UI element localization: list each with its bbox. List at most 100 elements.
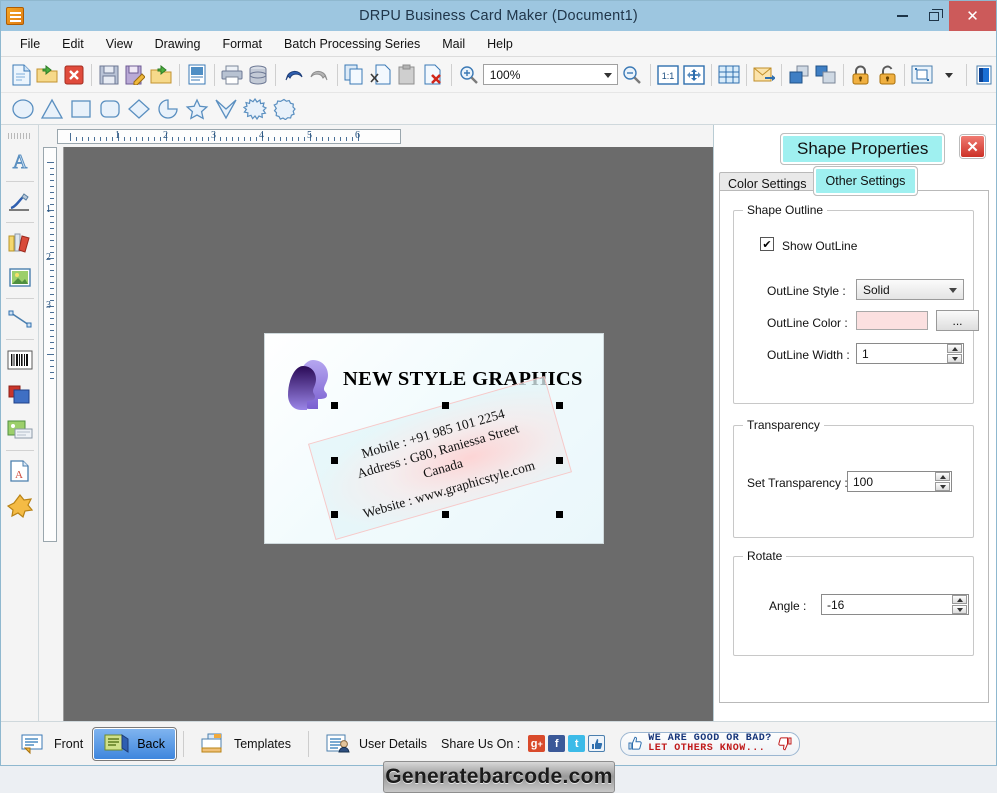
fit-page-icon[interactable] bbox=[682, 61, 706, 88]
rotated-text-shape[interactable]: Mobile : +91 985 101 2254 Address : G80,… bbox=[307, 376, 573, 540]
rounded-rectangle-shape-icon[interactable] bbox=[96, 95, 123, 122]
selection-handle[interactable] bbox=[556, 457, 563, 464]
spinner-down-icon[interactable] bbox=[935, 482, 950, 491]
workspace: A A 1 2 3 4 5 6 1 2 3 NEW STYLE GRAPHICS… bbox=[1, 125, 996, 721]
picture-frame-tool-icon[interactable] bbox=[4, 413, 36, 447]
barcode-batch-tool-icon[interactable] bbox=[4, 226, 36, 260]
database-icon[interactable] bbox=[246, 61, 270, 88]
panel-close-button[interactable]: ✕ bbox=[960, 135, 985, 158]
close-button[interactable]: ✕ bbox=[949, 1, 996, 31]
save-icon[interactable] bbox=[97, 61, 121, 88]
outline-style-select[interactable]: Solid bbox=[856, 279, 964, 300]
menu-view[interactable]: View bbox=[97, 34, 142, 54]
properties-icon[interactable] bbox=[184, 61, 208, 88]
selection-handle[interactable] bbox=[331, 457, 338, 464]
color-palette-icon[interactable] bbox=[972, 61, 996, 88]
outline-color-label: OutLine Color : bbox=[767, 316, 848, 330]
redo-icon[interactable] bbox=[307, 61, 331, 88]
undo-icon[interactable] bbox=[281, 61, 305, 88]
new-document-icon[interactable] bbox=[9, 61, 33, 88]
menu-batch-processing-series[interactable]: Batch Processing Series bbox=[275, 34, 429, 54]
rectangle-shape-icon[interactable] bbox=[67, 95, 94, 122]
import-folder-icon[interactable] bbox=[149, 61, 173, 88]
chevron-down-icon[interactable] bbox=[936, 61, 960, 88]
menu-edit[interactable]: Edit bbox=[53, 34, 93, 54]
cut-icon[interactable] bbox=[369, 61, 393, 88]
annotation-arrow-outline bbox=[64, 147, 364, 297]
selection-handle[interactable] bbox=[442, 511, 449, 518]
tab-other-settings[interactable]: Other Settings bbox=[812, 166, 919, 196]
spinner-down-icon[interactable] bbox=[952, 605, 967, 614]
signature-tool-icon[interactable] bbox=[4, 185, 36, 219]
zoom-in-icon[interactable] bbox=[456, 61, 480, 88]
selection-handle[interactable] bbox=[442, 402, 449, 409]
spinner-up-icon[interactable] bbox=[952, 595, 967, 604]
ruler-corner bbox=[39, 125, 57, 147]
menu-drawing[interactable]: Drawing bbox=[146, 34, 210, 54]
design-canvas[interactable]: NEW STYLE GRAPHICS Mobile : +91 985 101 … bbox=[63, 147, 713, 721]
minimize-button[interactable] bbox=[887, 1, 918, 31]
delete-icon[interactable] bbox=[421, 61, 445, 88]
selection-handle[interactable] bbox=[331, 402, 338, 409]
send-to-back-icon[interactable] bbox=[814, 61, 838, 88]
shape-blob-tool-icon[interactable] bbox=[4, 489, 36, 523]
selection-handle[interactable] bbox=[556, 511, 563, 518]
email-icon[interactable] bbox=[752, 61, 776, 88]
menu-help[interactable]: Help bbox=[478, 34, 522, 54]
show-outline-checkbox[interactable]: ✔ bbox=[760, 237, 774, 251]
explosion-shape-icon[interactable] bbox=[241, 95, 268, 122]
print-icon[interactable] bbox=[220, 61, 244, 88]
image-tool-icon[interactable] bbox=[4, 261, 36, 295]
outline-style-label: OutLine Style : bbox=[767, 284, 846, 298]
diamond-shape-icon[interactable] bbox=[125, 95, 152, 122]
outline-color-swatch[interactable] bbox=[856, 311, 928, 330]
zoom-level-combobox[interactable]: 100% bbox=[482, 64, 619, 85]
toolbar-separator bbox=[746, 63, 748, 86]
set-transparency-spinner[interactable]: 100 bbox=[847, 471, 952, 492]
shapes-toolbar bbox=[1, 93, 996, 125]
toolbar-separator bbox=[842, 63, 844, 86]
layers-tool-icon[interactable] bbox=[4, 378, 36, 412]
business-card[interactable]: NEW STYLE GRAPHICS Mobile : +91 985 101 … bbox=[264, 333, 604, 544]
menu-file[interactable]: File bbox=[11, 34, 49, 54]
spinner-down-icon[interactable] bbox=[947, 354, 962, 363]
angle-spinner[interactable]: -16 bbox=[821, 594, 969, 615]
align-icon[interactable] bbox=[910, 61, 934, 88]
close-document-icon[interactable] bbox=[62, 61, 86, 88]
selection-handle[interactable] bbox=[331, 511, 338, 518]
outline-color-picker-button[interactable]: ... bbox=[936, 310, 979, 331]
open-folder-icon[interactable] bbox=[35, 61, 59, 88]
copy-icon[interactable] bbox=[342, 61, 366, 88]
menu-format[interactable]: Format bbox=[213, 34, 271, 54]
grid-icon[interactable] bbox=[717, 61, 741, 88]
star5-shape-icon[interactable] bbox=[183, 95, 210, 122]
four-point-star-shape-icon[interactable] bbox=[212, 95, 239, 122]
bring-to-front-icon[interactable] bbox=[787, 61, 811, 88]
actual-size-icon[interactable]: 1:1 bbox=[656, 61, 680, 88]
selection-handle[interactable] bbox=[556, 402, 563, 409]
panel-title: Shape Properties bbox=[779, 133, 946, 165]
save-as-icon[interactable] bbox=[123, 61, 147, 88]
zoom-out-icon[interactable] bbox=[620, 61, 644, 88]
application-window: DRPU Business Card Maker (Document1) ✕ F… bbox=[0, 0, 997, 793]
spinner-up-icon[interactable] bbox=[947, 344, 962, 353]
pie-shape-icon[interactable] bbox=[154, 95, 181, 122]
restore-button[interactable] bbox=[918, 1, 949, 31]
seal-shape-icon[interactable] bbox=[270, 95, 297, 122]
text-tool-icon[interactable]: A bbox=[4, 144, 36, 178]
app-document-icon bbox=[6, 7, 24, 25]
ellipse-shape-icon[interactable] bbox=[9, 95, 36, 122]
text-document-tool-icon[interactable]: A bbox=[4, 454, 36, 488]
lock-icon[interactable] bbox=[849, 61, 873, 88]
outline-width-spinner[interactable]: 1 bbox=[856, 343, 964, 364]
line-tool-icon[interactable] bbox=[4, 302, 36, 336]
watermark-wrap: Generatebarcode.com bbox=[1, 731, 996, 793]
show-outline-label: Show OutLine bbox=[782, 239, 858, 253]
paste-icon[interactable] bbox=[395, 61, 419, 88]
barcode-tool-icon[interactable] bbox=[4, 343, 36, 377]
spinner-up-icon[interactable] bbox=[935, 472, 950, 481]
triangle-shape-icon[interactable] bbox=[38, 95, 65, 122]
menu-mail[interactable]: Mail bbox=[433, 34, 474, 54]
chevron-down-icon bbox=[604, 73, 613, 78]
unlock-icon[interactable] bbox=[875, 61, 899, 88]
